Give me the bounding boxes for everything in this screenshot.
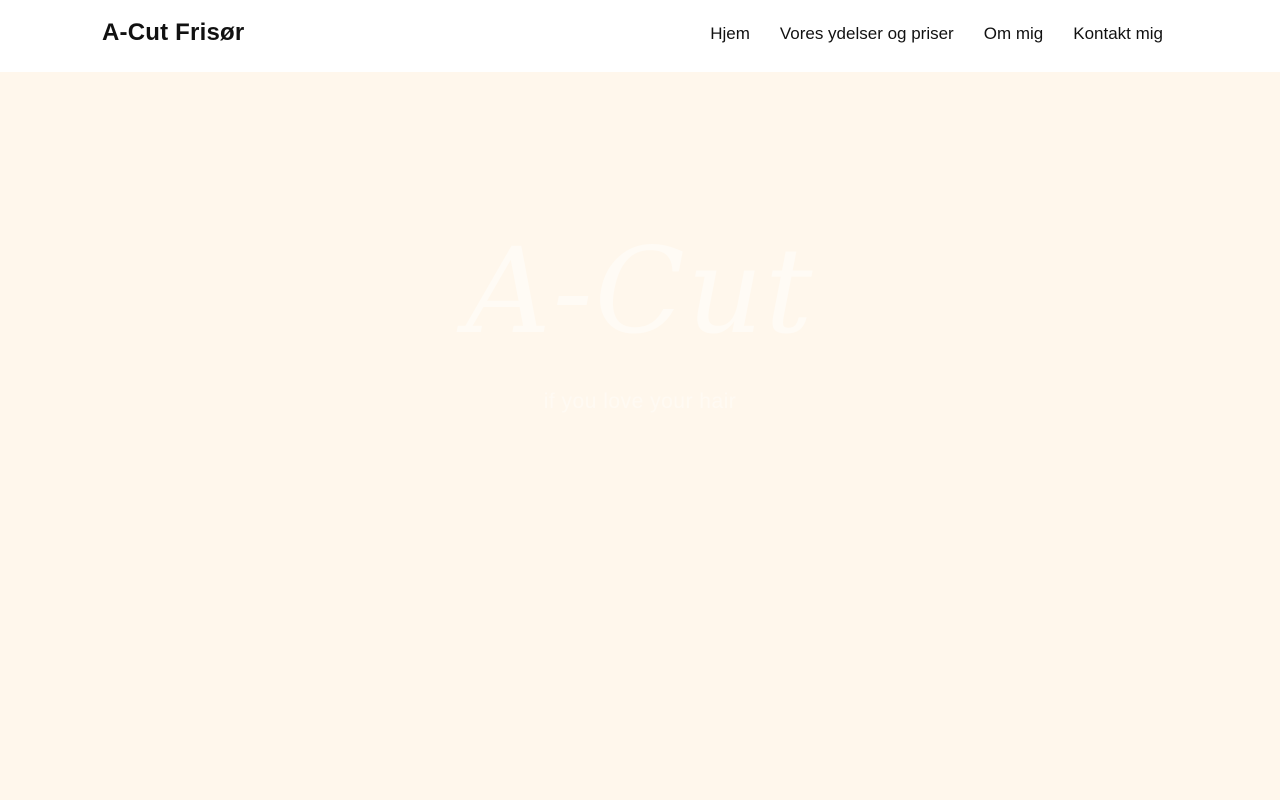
main-nav: Hjem Vores ydelser og priser Om mig Kont…: [710, 24, 1163, 44]
hero-section: A-Cut if you love your hair: [0, 72, 1280, 800]
nav-item-kontakt-mig[interactable]: Kontakt mig: [1073, 24, 1163, 44]
nav-item-om-mig[interactable]: Om mig: [984, 24, 1044, 44]
hero-script-title: A-Cut: [465, 222, 815, 360]
nav-item-ydelser-og-priser[interactable]: Vores ydelser og priser: [780, 24, 954, 44]
hero-tagline: if you love your hair: [543, 390, 737, 413]
site-header: A-Cut Frisør Hjem Vores ydelser og prise…: [0, 0, 1280, 72]
brand-logo-link[interactable]: A-Cut Frisør: [102, 19, 244, 47]
nav-item-hjem[interactable]: Hjem: [710, 24, 750, 44]
